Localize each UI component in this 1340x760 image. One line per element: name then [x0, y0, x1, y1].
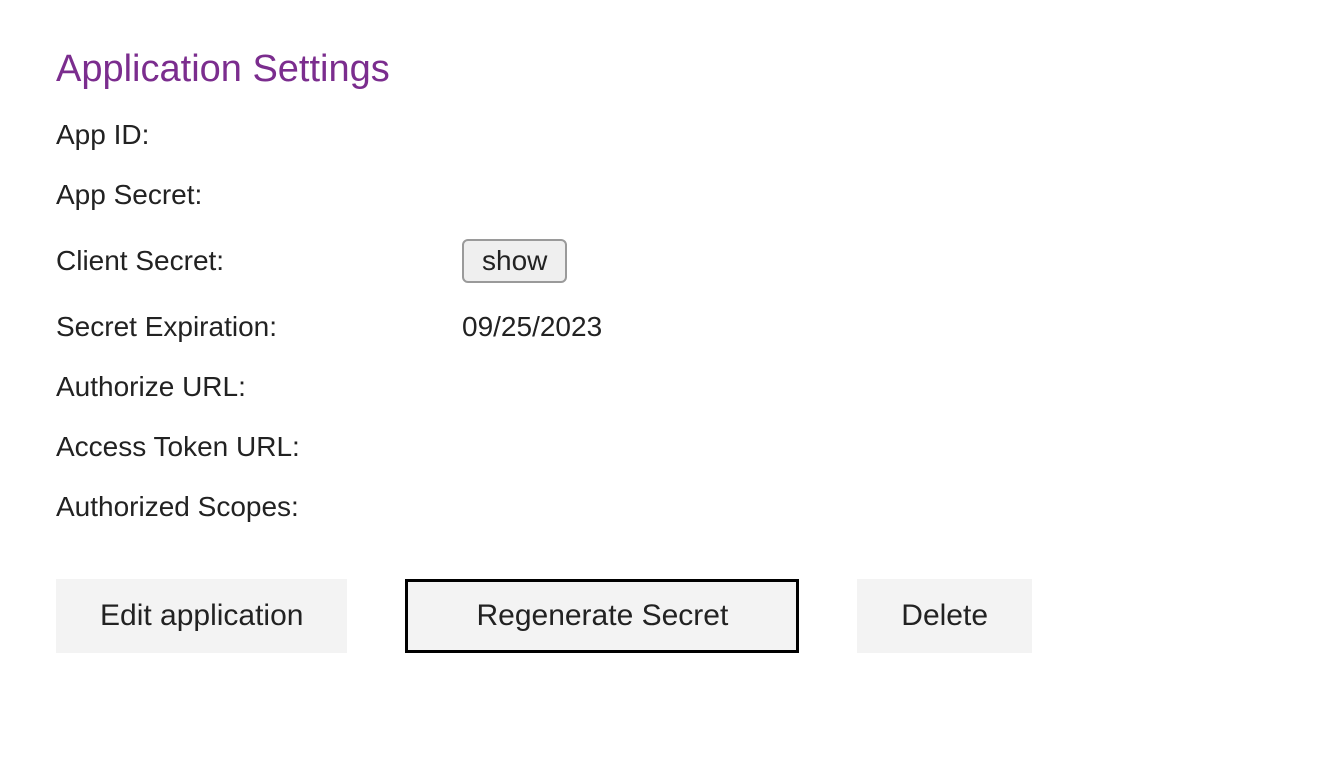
- client-secret-row: Client Secret: show: [56, 239, 1284, 283]
- secret-expiration-row: Secret Expiration: 09/25/2023: [56, 311, 1284, 343]
- delete-button[interactable]: Delete: [857, 579, 1032, 653]
- client-secret-label: Client Secret:: [56, 245, 462, 277]
- app-id-row: App ID:: [56, 119, 1284, 151]
- app-secret-label: App Secret:: [56, 179, 462, 211]
- secret-expiration-label: Secret Expiration:: [56, 311, 462, 343]
- app-id-label: App ID:: [56, 119, 462, 151]
- authorized-scopes-row: Authorized Scopes:: [56, 491, 1284, 523]
- settings-list: App ID: App Secret: Client Secret: show …: [56, 119, 1284, 523]
- authorize-url-label: Authorize URL:: [56, 371, 462, 403]
- authorize-url-row: Authorize URL:: [56, 371, 1284, 403]
- app-secret-row: App Secret:: [56, 179, 1284, 211]
- secret-expiration-value: 09/25/2023: [462, 311, 602, 343]
- edit-application-button[interactable]: Edit application: [56, 579, 347, 653]
- action-bar: Edit application Regenerate Secret Delet…: [56, 579, 1284, 653]
- access-token-url-row: Access Token URL:: [56, 431, 1284, 463]
- show-client-secret-button[interactable]: show: [462, 239, 567, 283]
- page-title: Application Settings: [56, 48, 1284, 91]
- regenerate-secret-button[interactable]: Regenerate Secret: [405, 579, 799, 653]
- authorized-scopes-label: Authorized Scopes:: [56, 491, 462, 523]
- access-token-url-label: Access Token URL:: [56, 431, 462, 463]
